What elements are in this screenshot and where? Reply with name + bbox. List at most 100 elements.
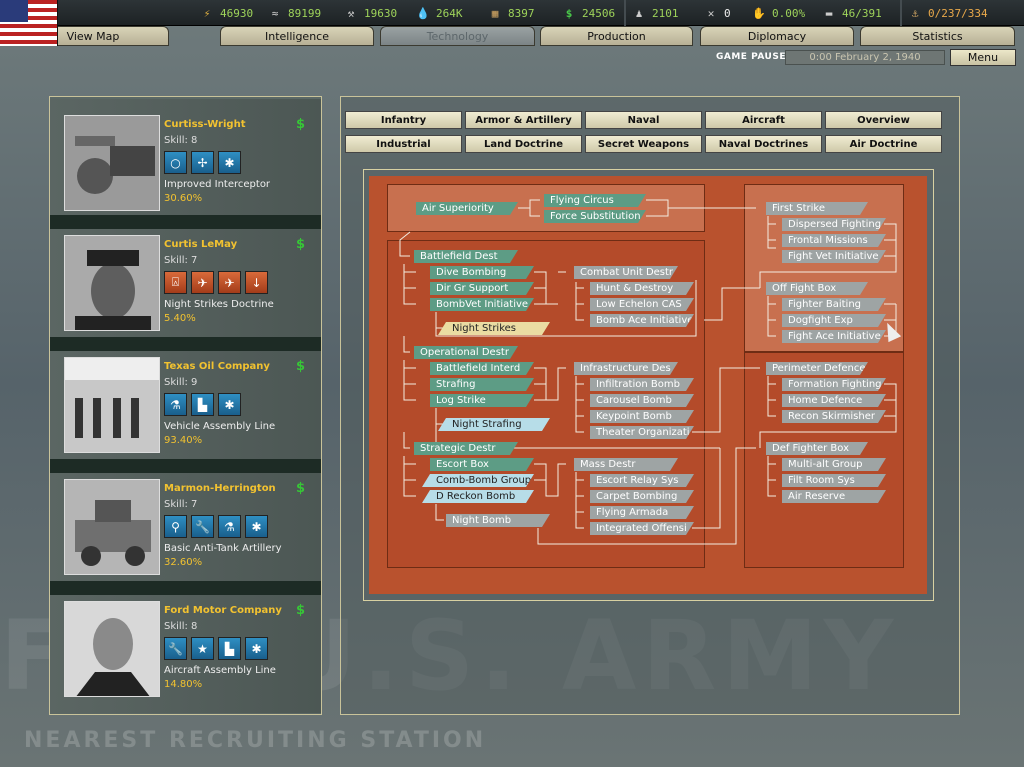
team-skill: Skill: 8 [164, 621, 198, 632]
tech-night-bomb[interactable]: Night Bomb [438, 514, 550, 527]
tab-industrial[interactable]: Industrial [345, 135, 462, 153]
dollar-icon: $ [565, 6, 573, 20]
tech-battlefield-dest[interactable]: Battlefield Dest [406, 250, 518, 263]
supplies-crate-icon: ▦ [491, 6, 499, 20]
team-specialties: ○ ✢ ✱ [164, 151, 241, 174]
tab-statistics[interactable]: Statistics [860, 26, 1015, 46]
gear-icon: ✱ [218, 151, 241, 174]
tech-home-defence[interactable]: Home Defence [774, 394, 886, 407]
tech-first-strike[interactable]: First Strike [758, 202, 868, 215]
tab-technology[interactable]: Technology [380, 26, 535, 46]
tech-low-echelon-cas[interactable]: Low Echelon CAS [582, 298, 694, 311]
tech-integrated-offensi[interactable]: Integrated Offensi [582, 522, 694, 535]
gas-station-photo [65, 358, 159, 452]
tech-escort-relay-sys[interactable]: Escort Relay Sys [582, 474, 694, 487]
tab-air-doctrine[interactable]: Air Doctrine [825, 135, 942, 153]
tab-infantry[interactable]: Infantry [345, 111, 462, 129]
tech-filt-room-sys[interactable]: Filt Room Sys [774, 474, 886, 487]
tab-overview[interactable]: Overview [825, 111, 942, 129]
tech-operational-destr[interactable]: Operational Destr [406, 346, 518, 359]
tech-night-strafing[interactable]: Night Strafing [438, 418, 550, 431]
tab-diplomacy[interactable]: Diplomacy [700, 26, 854, 46]
tech-keypoint-bomb[interactable]: Keypoint Bomb [582, 410, 694, 423]
supplies-resource: ▦ 8397 [488, 4, 535, 22]
research-team-texas-oil[interactable]: Texas Oil Company $ Skill: 9 ⚗ ▙ ✱ Vehic… [50, 351, 321, 459]
tech-perimeter-defence[interactable]: Perimeter Defence [758, 362, 868, 375]
tab-intelligence[interactable]: Intelligence [220, 26, 374, 46]
tech-escort-box[interactable]: Escort Box [422, 458, 534, 471]
tab-production[interactable]: Production [540, 26, 693, 46]
tech-flying-armada[interactable]: Flying Armada [582, 506, 694, 519]
team-progress: 32.60% [164, 557, 203, 568]
research-team-curtiss-wright[interactable]: Curtiss-Wright $ Skill: 8 ○ ✢ ✱ Improved… [50, 99, 321, 215]
tech-fighter-baiting[interactable]: Fighter Baiting [774, 298, 886, 311]
tech-fight-vet-initiative[interactable]: Fight Vet Initiative [774, 250, 886, 263]
aircraft-engine-photo [65, 116, 159, 210]
menu-button[interactable]: Menu [950, 49, 1016, 66]
manpower-resource: ♟ 2101 [632, 4, 679, 22]
tech-dir-gr-support[interactable]: Dir Gr Support [422, 282, 534, 295]
team-progress: 93.40% [164, 435, 203, 446]
tech-flying-circus[interactable]: Flying Circus [536, 194, 646, 207]
tech-d-reckon-bomb[interactable]: D Reckon Bomb [422, 490, 534, 503]
tab-secret-weapons[interactable]: Secret Weapons [585, 135, 702, 153]
team-progress: 14.80% [164, 679, 203, 690]
dollar-icon: $ [296, 359, 306, 374]
tech-fight-ace-initiative[interactable]: Fight Ace Initiative [774, 330, 886, 343]
tech-strategic-destr[interactable]: Strategic Destr [406, 442, 518, 455]
team-progress: 30.60% [164, 193, 203, 204]
lightbulb-icon: ○ [164, 151, 187, 174]
transports-resource: ▬ 46/391 [822, 4, 882, 22]
tech-mass-destr[interactable]: Mass Destr [566, 458, 678, 471]
research-teams-panel: Curtiss-Wright $ Skill: 8 ○ ✢ ✱ Improved… [49, 96, 322, 715]
ford-portrait-photo [65, 602, 159, 696]
tech-dive-bombing[interactable]: Dive Bombing [422, 266, 534, 279]
tech-frontal-missions[interactable]: Frontal Missions [774, 234, 886, 247]
tech-multi-alt-group[interactable]: Multi-alt Group [774, 458, 886, 471]
tech-formation-fighting[interactable]: Formation Fighting [774, 378, 886, 391]
usa-flag-icon[interactable] [0, 0, 58, 46]
tech-night-strikes[interactable]: Night Strikes [438, 322, 550, 335]
team-skill: Skill: 7 [164, 255, 198, 266]
tech-bombvet-initiative[interactable]: BombVet Initiative [422, 298, 534, 311]
manpower-icon: ♟ [635, 6, 643, 20]
tech-log-strike[interactable]: Log Strike [422, 394, 534, 407]
tech-theater-organizati[interactable]: Theater Organizati [582, 426, 694, 439]
tech-infrastructure-des[interactable]: Infrastructure Des [566, 362, 678, 375]
tab-naval[interactable]: Naval [585, 111, 702, 129]
tech-air-reserve[interactable]: Air Reserve [774, 490, 886, 503]
dissent-indicator: ✕ 0 [704, 4, 731, 22]
tech-force-substitution[interactable]: Force Substitution [536, 210, 646, 223]
tech-battlefield-interd[interactable]: Battlefield Interd [422, 362, 534, 375]
game-paused-label: GAME PAUSED [716, 52, 794, 62]
team-skill: Skill: 8 [164, 135, 198, 146]
tech-bomb-ace-initiative[interactable]: Bomb Ace Initiative [582, 314, 694, 327]
tab-land-doctrine[interactable]: Land Doctrine [465, 135, 582, 153]
research-team-marmon-herrington[interactable]: Marmon-Herrington $ Skill: 7 ⚲ 🔧 ⚗ ✱ Bas… [50, 473, 321, 581]
tech-def-fighter-box[interactable]: Def Fighter Box [758, 442, 868, 455]
tech-strafing[interactable]: Strafing [422, 378, 534, 391]
tech-recon-skirmisher[interactable]: Recon Skirmisher [774, 410, 886, 423]
tech-carousel-bomb[interactable]: Carousel Bomb [582, 394, 694, 407]
wrench-icon: 🔧 [164, 637, 187, 660]
tech-hunt-destroy[interactable]: Hunt & Destroy [582, 282, 694, 295]
research-team-curtis-lemay[interactable]: Curtis LeMay $ Skill: 7 ⍓ ✈ ✈ ↓ Night St… [50, 229, 321, 337]
team-portrait [64, 235, 160, 331]
tech-carpet-bombing[interactable]: Carpet Bombing [582, 490, 694, 503]
tab-aircraft[interactable]: Aircraft [705, 111, 822, 129]
dollar-icon: $ [296, 237, 306, 252]
train-icon: ▬ [825, 6, 833, 20]
tab-armor-artillery[interactable]: Armor & Artillery [465, 111, 582, 129]
tech-air-superiority[interactable]: Air Superiority [408, 202, 518, 215]
tech-combat-unit-destr[interactable]: Combat Unit Destr [566, 266, 678, 279]
tech-dogfight-exp[interactable]: Dogfight Exp [774, 314, 886, 327]
tech-off-fight-box[interactable]: Off Fight Box [758, 282, 868, 295]
tab-naval-doctrines[interactable]: Naval Doctrines [705, 135, 822, 153]
tech-comb-bomb-groups[interactable]: Comb-Bomb Groups [422, 474, 534, 487]
research-team-ford[interactable]: Ford Motor Company $ Skill: 8 🔧 ★ ▙ ✱ Ai… [50, 595, 321, 713]
tech-dispersed-fighting[interactable]: Dispersed Fighting [774, 218, 886, 231]
propeller-icon: ✢ [191, 151, 214, 174]
oil-drop-icon: 💧 [416, 6, 430, 20]
tech-infiltration-bomb[interactable]: Infiltration Bomb [582, 378, 694, 391]
dollar-icon: $ [296, 603, 306, 618]
